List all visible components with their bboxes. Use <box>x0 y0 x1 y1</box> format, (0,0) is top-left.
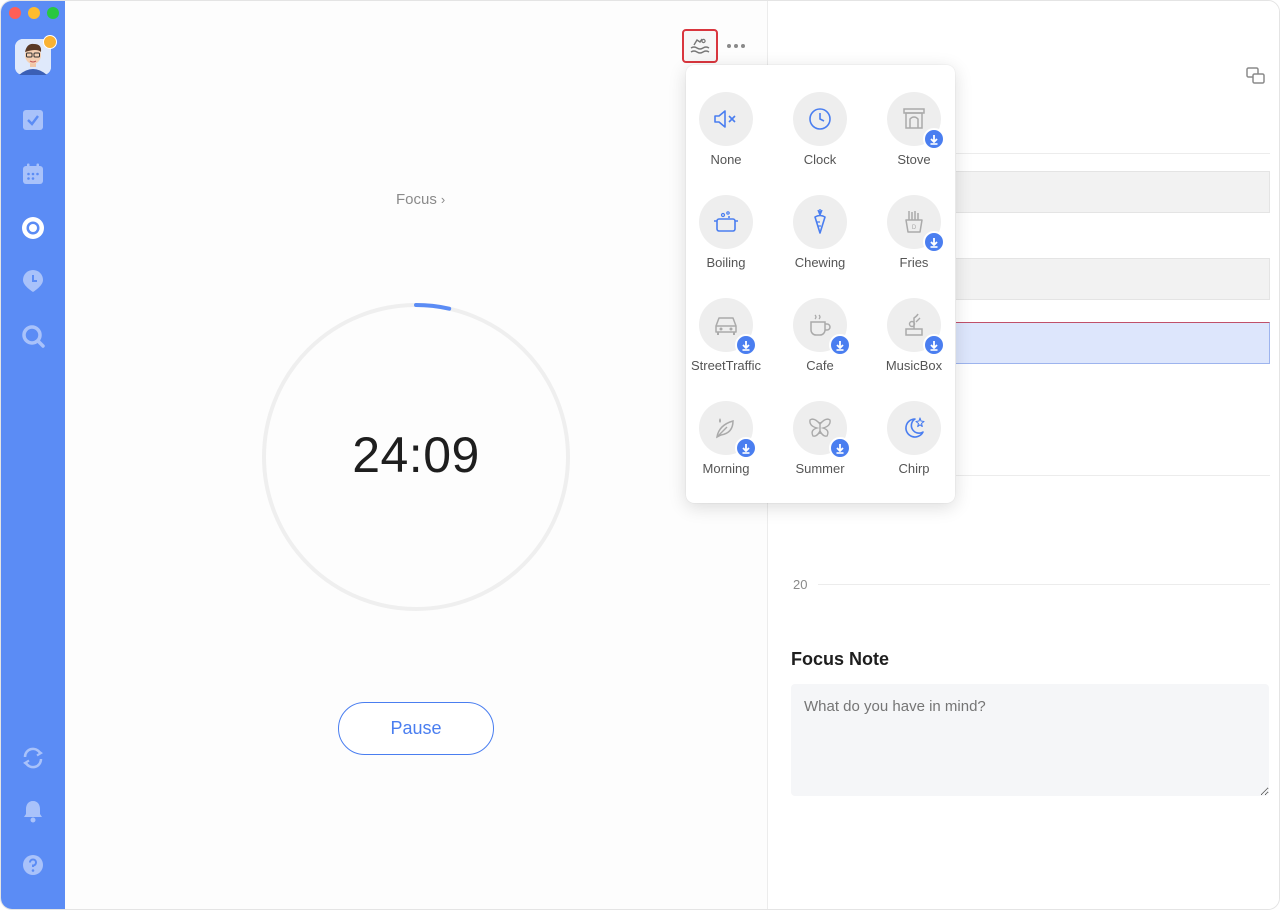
sound-label: MusicBox <box>885 358 943 373</box>
avatar[interactable] <box>15 35 57 75</box>
timer-pane: Focus › 24:09 Pause <box>65 1 767 909</box>
mute-icon <box>699 92 753 146</box>
close-window-button[interactable] <box>9 7 21 19</box>
timeline-tick-label: 20 <box>793 577 808 592</box>
pause-button[interactable]: Pause <box>338 702 494 755</box>
sound-option-streettraffic[interactable]: StreetTraffic <box>681 298 771 388</box>
stats-icon[interactable] <box>19 267 47 295</box>
car-icon <box>699 298 757 356</box>
svg-text:D: D <box>912 225 917 231</box>
app-window: Focus › 24:09 Pause 20 Focus Note What d… <box>0 0 1280 910</box>
help-icon[interactable] <box>19 851 47 879</box>
minimize-window-button[interactable] <box>28 7 40 19</box>
timer-progress-arc <box>414 303 452 311</box>
download-icon[interactable] <box>923 334 945 356</box>
timeline-gridline <box>818 584 1270 585</box>
timeline-gridline <box>956 475 1270 476</box>
sound-label: Boiling <box>706 255 746 270</box>
download-icon[interactable] <box>735 437 757 459</box>
sound-option-cafe[interactable]: Cafe <box>775 298 865 388</box>
download-icon[interactable] <box>735 334 757 356</box>
sound-option-clock[interactable]: Clock <box>775 92 865 182</box>
butterfly-icon <box>793 401 851 459</box>
download-icon[interactable] <box>923 231 945 253</box>
timeline-block-current[interactable] <box>956 322 1270 364</box>
coffee-icon <box>793 298 851 356</box>
focus-note-title: Focus Note <box>791 649 890 669</box>
sound-option-boiling[interactable]: Boiling <box>681 195 771 285</box>
download-icon[interactable] <box>923 128 945 150</box>
sync-icon[interactable] <box>19 744 47 772</box>
bell-icon[interactable] <box>19 797 47 825</box>
sound-option-chirp[interactable]: Chirp <box>869 401 959 491</box>
sound-option-none[interactable]: None <box>681 92 771 182</box>
sound-wave-icon <box>690 38 710 54</box>
fries-icon: D <box>887 195 945 253</box>
sound-label: Cafe <box>806 358 834 373</box>
crown-icon <box>43 35 57 49</box>
white-noise-menu: None Clock Stove Boiling Chewing D Fries… <box>686 65 955 503</box>
sound-option-chewing[interactable]: Chewing <box>775 195 865 285</box>
sound-label: Morning <box>702 461 750 476</box>
sound-option-stove[interactable]: Stove <box>869 92 959 182</box>
clock-icon <box>793 92 847 146</box>
sound-option-summer[interactable]: Summer <box>775 401 865 491</box>
calendar-icon[interactable] <box>19 160 47 188</box>
chevron-right-icon: › <box>440 192 446 207</box>
sound-option-musicbox[interactable]: MusicBox <box>869 298 959 388</box>
sidebar <box>1 1 65 909</box>
stove-icon <box>887 92 945 150</box>
sound-label: Chirp <box>898 461 930 476</box>
timeline-block[interactable] <box>956 258 1270 300</box>
checkbox-icon[interactable] <box>19 106 47 134</box>
sound-option-fries[interactable]: D Fries <box>869 195 959 285</box>
white-noise-button[interactable] <box>682 29 718 63</box>
sound-label: Clock <box>803 152 837 167</box>
carrot-icon <box>793 195 847 249</box>
focus-label: Focus <box>396 191 437 208</box>
leaf-icon <box>699 401 757 459</box>
download-icon[interactable] <box>829 437 851 459</box>
sound-label: None <box>710 152 742 167</box>
focus-note-input[interactable] <box>791 684 1269 796</box>
more-options-button[interactable] <box>723 37 749 55</box>
sound-label: Summer <box>795 461 845 476</box>
focus-task-link[interactable]: Focus › <box>396 191 445 208</box>
timer-display: 24:09 <box>352 427 480 483</box>
sound-label: Stove <box>897 152 931 167</box>
download-icon[interactable] <box>829 334 851 356</box>
focus-icon[interactable] <box>19 214 47 242</box>
sound-label: Fries <box>899 255 929 270</box>
musicbox-icon <box>887 298 945 356</box>
timeline-gridline <box>956 153 1270 154</box>
sound-option-morning[interactable]: Morning <box>681 401 771 491</box>
moon-icon <box>887 401 941 455</box>
sound-label: StreetTraffic <box>690 358 762 373</box>
timeline-block[interactable] <box>956 171 1270 213</box>
sound-label: Chewing <box>794 255 846 270</box>
pot-icon <box>699 195 753 249</box>
copy-icon[interactable] <box>1246 67 1266 85</box>
search-icon[interactable] <box>19 322 47 350</box>
zoom-window-button[interactable] <box>47 7 59 19</box>
